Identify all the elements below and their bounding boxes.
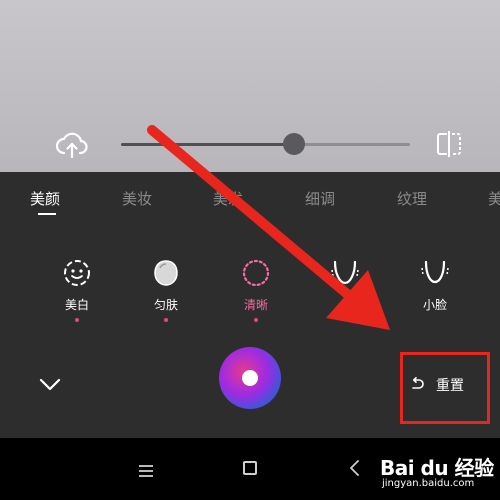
capture-button[interactable] [219,347,281,409]
menu-icon[interactable] [139,462,153,477]
watermark-logo: Bai du 经验 [380,456,494,480]
feature-whitening[interactable]: 美白 [47,258,107,322]
watermark-url: jingyan.baidu.com [382,478,475,489]
indicator-dot [254,318,258,322]
face-slim-icon [421,260,449,284]
tab-beauty[interactable]: 美颜 [30,188,60,209]
face-smile-icon [64,260,90,286]
feature-chin[interactable] [315,258,375,318]
chevron-down-icon[interactable] [38,372,62,396]
category-tabs: 美颜 美妆 美发 细调 纹理 美 [0,172,500,224]
home-icon[interactable] [243,461,257,475]
tab-hair[interactable]: 美发 [213,188,243,209]
reset-label: 重置 [436,378,464,394]
back-icon[interactable] [348,460,360,476]
capture-button-core [242,370,258,386]
egg-shield-icon [154,260,178,286]
tab-more[interactable]: 美 [488,188,500,209]
tab-fine-tune[interactable]: 细调 [305,188,335,209]
compare-icon[interactable] [434,129,464,159]
dotted-circle-icon [242,259,270,287]
feature-clarity[interactable]: 清晰 [226,258,286,322]
reset-button[interactable]: 重置 [400,352,490,424]
feature-label: 小脸 [422,298,447,312]
feature-even-skin[interactable]: 匀肤 [136,258,196,322]
undo-icon [412,377,424,389]
indicator-dot [164,318,168,322]
feature-slim-face[interactable]: 小脸 [405,258,465,318]
feature-label: 匀肤 [153,298,178,312]
baidu-watermark: Bai du 经验 jingyan.baidu.com [378,450,498,495]
intensity-slider[interactable] [121,133,410,155]
tab-texture[interactable]: 纹理 [397,188,427,209]
cloud-upload-icon[interactable] [55,128,89,162]
indicator-dot [75,318,79,322]
chin-v-icon [331,260,359,285]
active-tab-indicator [38,213,56,215]
feature-label: 清晰 [243,298,268,312]
feature-label: 美白 [64,298,89,312]
slider-fill [121,143,295,146]
tab-makeup[interactable]: 美妆 [122,188,152,209]
